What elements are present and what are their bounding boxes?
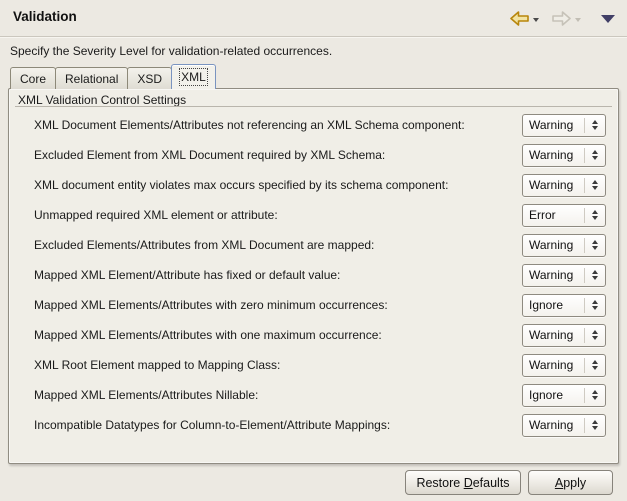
spinner-arrows-icon[interactable]: [585, 330, 605, 340]
severity-value: Ignore: [523, 388, 584, 402]
severity-select[interactable]: Warning: [522, 414, 606, 437]
forward-arrow-icon: [551, 11, 572, 26]
button-text: Restore: [416, 476, 463, 490]
spinner-arrows-icon[interactable]: [585, 390, 605, 400]
severity-value: Warning: [523, 268, 584, 282]
severity-select[interactable]: Warning: [522, 114, 606, 137]
group-separator: [15, 106, 612, 107]
severity-value: Error: [523, 208, 584, 222]
forward-dropdown-chevron-icon: [575, 18, 581, 22]
setting-row: Unmapped required XML element or attribu…: [34, 203, 606, 227]
setting-row: Mapped XML Elements/Attributes with one …: [34, 323, 606, 347]
setting-row: Incompatible Datatypes for Column-to-Ele…: [34, 413, 606, 437]
spinner-arrows-icon[interactable]: [585, 360, 605, 370]
spinner-arrows-icon[interactable]: [585, 120, 605, 130]
severity-select[interactable]: Warning: [522, 174, 606, 197]
apply-button[interactable]: Apply: [528, 470, 613, 495]
validation-preferences-page: Validation Specify the Severity Level fo…: [0, 0, 627, 501]
severity-value: Warning: [523, 238, 584, 252]
back-dropdown-chevron-icon[interactable]: [533, 18, 539, 22]
setting-row: XML Root Element mapped to Mapping Class…: [34, 353, 606, 377]
tab-label: XSD: [137, 72, 162, 86]
button-text: efaults: [473, 476, 510, 490]
severity-select[interactable]: Ignore: [522, 294, 606, 317]
view-menu-icon[interactable]: [601, 15, 615, 23]
tab-label: Relational: [65, 72, 118, 86]
severity-select[interactable]: Warning: [522, 354, 606, 377]
setting-row: XML document entity violates max occurs …: [34, 173, 606, 197]
severity-value: Ignore: [523, 298, 584, 312]
tab-content-panel: XML Validation Control Settings XML Docu…: [8, 88, 619, 464]
spinner-arrows-icon[interactable]: [585, 150, 605, 160]
back-button[interactable]: [509, 11, 539, 26]
tab-label: Core: [20, 72, 46, 86]
severity-value: Warning: [523, 328, 584, 342]
severity-select[interactable]: Warning: [522, 324, 606, 347]
severity-select[interactable]: Warning: [522, 264, 606, 287]
setting-row: Mapped XML Elements/Attributes with zero…: [34, 293, 606, 317]
spinner-arrows-icon[interactable]: [585, 210, 605, 220]
setting-row: Mapped XML Element/Attribute has fixed o…: [34, 263, 606, 287]
setting-row: XML Document Elements/Attributes not ref…: [34, 113, 606, 137]
page-header: Validation: [0, 0, 627, 37]
page-title: Validation: [13, 9, 77, 24]
button-text: pply: [563, 476, 586, 490]
restore-defaults-button[interactable]: Restore Defaults: [405, 470, 521, 495]
button-accesskey: A: [555, 476, 563, 490]
setting-label: Mapped XML Elements/Attributes with one …: [34, 328, 382, 342]
page-description: Specify the Severity Level for validatio…: [10, 44, 332, 58]
severity-value: Warning: [523, 118, 584, 132]
setting-label: Mapped XML Elements/Attributes Nillable:: [34, 388, 258, 402]
settings-list: XML Document Elements/Attributes not ref…: [34, 113, 606, 443]
spinner-arrows-icon[interactable]: [585, 300, 605, 310]
spinner-arrows-icon[interactable]: [585, 180, 605, 190]
spinner-arrows-icon[interactable]: [585, 270, 605, 280]
tab-relational[interactable]: Relational: [55, 67, 128, 89]
back-arrow-icon: [509, 11, 530, 26]
setting-label: Excluded Element from XML Document requi…: [34, 148, 385, 162]
setting-label: Excluded Elements/Attributes from XML Do…: [34, 238, 374, 252]
setting-label: XML document entity violates max occurs …: [34, 178, 448, 192]
tab-xsd[interactable]: XSD: [127, 67, 172, 89]
tab-label: XML: [181, 70, 206, 84]
severity-value: Warning: [523, 148, 584, 162]
setting-label: XML Root Element mapped to Mapping Class…: [34, 358, 280, 372]
setting-label: Mapped XML Elements/Attributes with zero…: [34, 298, 388, 312]
setting-label: Mapped XML Element/Attribute has fixed o…: [34, 268, 340, 282]
forward-button: [551, 11, 581, 26]
severity-value: Warning: [523, 178, 584, 192]
history-nav: [509, 11, 615, 26]
tab-xml[interactable]: XML: [171, 64, 216, 89]
setting-row: Mapped XML Elements/Attributes Nillable:…: [34, 383, 606, 407]
setting-row: Excluded Elements/Attributes from XML Do…: [34, 233, 606, 257]
setting-label: Unmapped required XML element or attribu…: [34, 208, 278, 222]
severity-select[interactable]: Warning: [522, 144, 606, 167]
setting-row: Excluded Element from XML Document requi…: [34, 143, 606, 167]
severity-value: Warning: [523, 418, 584, 432]
severity-value: Warning: [523, 358, 584, 372]
setting-label: XML Document Elements/Attributes not ref…: [34, 118, 465, 132]
tab-bar: Core Relational XSD XML: [10, 63, 215, 89]
button-accesskey: D: [464, 476, 473, 490]
severity-select[interactable]: Ignore: [522, 384, 606, 407]
setting-label: Incompatible Datatypes for Column-to-Ele…: [34, 418, 390, 432]
severity-select[interactable]: Warning: [522, 234, 606, 257]
spinner-arrows-icon[interactable]: [585, 420, 605, 430]
spinner-arrows-icon[interactable]: [585, 240, 605, 250]
group-title: XML Validation Control Settings: [18, 93, 186, 107]
severity-select[interactable]: Error: [522, 204, 606, 227]
tab-core[interactable]: Core: [10, 67, 56, 89]
